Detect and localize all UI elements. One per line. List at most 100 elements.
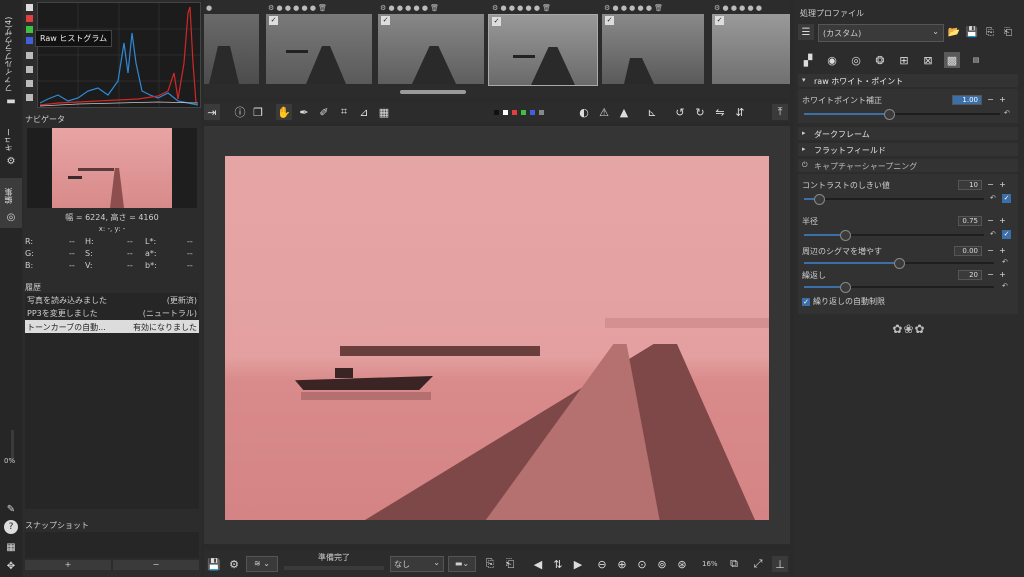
param-spin[interactable]: 0.75 bbox=[958, 216, 982, 226]
help-icon[interactable]: ? bbox=[4, 520, 18, 534]
thumbnail-selected[interactable]: ✓ bbox=[488, 14, 598, 86]
tab-detail-icon[interactable]: ◎ bbox=[848, 52, 864, 68]
wand-icon[interactable]: ✎ bbox=[4, 502, 18, 516]
reset-icon[interactable]: ↶ bbox=[1004, 109, 1010, 117]
hist-btn[interactable] bbox=[26, 80, 33, 87]
plus-icon[interactable]: + bbox=[998, 95, 1007, 104]
checkbox-icon[interactable]: ✓ bbox=[492, 17, 501, 26]
flip-h-icon[interactable]: ⇋ bbox=[712, 104, 728, 120]
thumbnail[interactable] bbox=[204, 14, 259, 84]
minus-icon[interactable]: − bbox=[986, 216, 995, 225]
tab-raw-icon[interactable]: ▩ bbox=[944, 52, 960, 68]
reset-icon[interactable]: ↶ bbox=[1002, 282, 1008, 290]
zoom-in-icon[interactable]: ⊕ bbox=[614, 556, 630, 572]
snapshot-title[interactable]: スナップショット bbox=[25, 520, 89, 531]
tab-queue[interactable]: キュー bbox=[3, 118, 14, 152]
grid-icon[interactable]: ▦ bbox=[4, 540, 18, 554]
reset-icon[interactable]: ↶ bbox=[990, 230, 996, 238]
filmstrip-scrollbar[interactable] bbox=[400, 90, 466, 94]
minus-icon[interactable]: − bbox=[986, 246, 995, 255]
param-slider[interactable] bbox=[804, 194, 984, 205]
queue-add-icon[interactable]: ⚙ bbox=[226, 556, 242, 572]
list-icon[interactable]: ☰ bbox=[798, 24, 814, 40]
checkbox-icon[interactable]: ✓ bbox=[715, 16, 724, 25]
navigator-title[interactable]: ナビゲータ bbox=[25, 114, 65, 125]
section-raw-wb[interactable]: ▾ raw ホワイト・ポイント bbox=[798, 74, 1018, 87]
save-icon[interactable]: 💾 bbox=[206, 556, 222, 572]
crop-icon[interactable]: ⌗ bbox=[336, 104, 352, 120]
tab-favorites-icon[interactable]: ▞ bbox=[800, 52, 816, 68]
copy-icon[interactable]: ⎘ bbox=[482, 556, 498, 572]
history-title[interactable]: 履歴 bbox=[25, 282, 41, 293]
copy-profile-icon[interactable]: ⎘ bbox=[982, 24, 998, 40]
panel-toggle-bottom-icon[interactable]: ⊥ bbox=[772, 556, 788, 572]
hist-btn[interactable] bbox=[26, 94, 33, 101]
navigator-preview[interactable] bbox=[27, 128, 197, 208]
move-icon[interactable]: ✥ bbox=[4, 559, 18, 573]
zoom-out-icon[interactable]: ⊖ bbox=[594, 556, 610, 572]
reset-icon[interactable]: ↶ bbox=[990, 194, 996, 202]
param-slider[interactable] bbox=[804, 282, 994, 293]
straighten-icon[interactable]: ⊿ bbox=[356, 104, 372, 120]
fullscreen-icon[interactable]: ⤢ bbox=[750, 556, 766, 572]
power-icon[interactable]: ⏻ bbox=[802, 161, 808, 170]
plus-icon[interactable]: + bbox=[998, 246, 1007, 255]
label-select[interactable]: なし ⌄ bbox=[390, 556, 444, 572]
flip-v-icon[interactable]: ⇵ bbox=[732, 104, 748, 120]
new-window-icon[interactable]: ⧉ bbox=[726, 556, 742, 572]
tab-transform-icon[interactable]: ⊞ bbox=[896, 52, 912, 68]
plus-icon[interactable]: + bbox=[998, 180, 1007, 189]
sync-image-icon[interactable]: ⇅ bbox=[550, 556, 566, 572]
hist-btn[interactable] bbox=[26, 37, 33, 44]
tab-meta-icon[interactable]: ▤ bbox=[968, 52, 984, 68]
param-slider[interactable] bbox=[804, 258, 994, 269]
hand-tool-icon[interactable]: ✋ bbox=[276, 104, 292, 120]
snapshot-add-button[interactable]: + bbox=[25, 560, 111, 570]
tab-color-icon[interactable]: ❂ bbox=[872, 52, 888, 68]
section-flat-field[interactable]: ▸ フラットフィールド bbox=[798, 143, 1018, 156]
tab-editor[interactable]: 編集 bbox=[3, 184, 14, 204]
checkbox-icon[interactable]: ✓ bbox=[381, 16, 390, 25]
auto-check-icon[interactable]: ✓ bbox=[1002, 194, 1011, 203]
profile-select[interactable]: (カスタム) ⌄ bbox=[818, 24, 944, 42]
color-label-select[interactable]: ▬⌄ bbox=[448, 556, 476, 572]
perspective-icon[interactable]: ▦ bbox=[376, 104, 392, 120]
folder-icon[interactable]: ▬ bbox=[4, 94, 18, 108]
focus-mask-icon[interactable]: ◐ bbox=[576, 104, 592, 120]
highlight-clip-icon[interactable]: ▲ bbox=[616, 104, 632, 120]
hist-btn[interactable] bbox=[26, 26, 33, 33]
prev-image-icon[interactable]: ◀ bbox=[530, 556, 546, 572]
auto-check-icon[interactable]: ✓ bbox=[1002, 230, 1011, 239]
hist-btn[interactable] bbox=[26, 15, 33, 22]
reset-icon[interactable]: ↶ bbox=[1002, 258, 1008, 266]
param-spin[interactable]: 10 bbox=[958, 180, 982, 190]
thumbnail[interactable]: ✓ bbox=[602, 14, 704, 84]
param-spin[interactable]: 0.00 bbox=[954, 246, 982, 256]
zoom-fill-icon[interactable]: ⊛ bbox=[674, 556, 690, 572]
color-picker-icon[interactable]: ✐ bbox=[316, 104, 332, 120]
checkbox-icon[interactable]: ✓ bbox=[269, 16, 278, 25]
save-profile-icon[interactable]: 💾 bbox=[964, 24, 980, 40]
panel-toggle-left-icon[interactable]: ⇥ bbox=[204, 104, 220, 120]
history-item[interactable]: 写真を読み込みました (更新済) bbox=[25, 294, 199, 306]
hist-btn[interactable] bbox=[26, 66, 33, 73]
shadow-clip-icon[interactable]: ⚠ bbox=[596, 104, 612, 120]
zoom-scrollbar-track[interactable] bbox=[11, 430, 14, 460]
rotate-left-icon[interactable]: ↺ bbox=[672, 104, 688, 120]
rotate-right-icon[interactable]: ↻ bbox=[692, 104, 708, 120]
plus-icon[interactable]: + bbox=[998, 270, 1007, 279]
aperture-icon[interactable]: ◎ bbox=[4, 210, 18, 224]
tab-exposure-icon[interactable]: ◉ bbox=[824, 52, 840, 68]
panel-toggle-right-icon[interactable]: ⤒ bbox=[772, 104, 788, 120]
paste-profile-icon[interactable]: ⎗ bbox=[1000, 24, 1016, 40]
gears-icon[interactable]: ⚙ bbox=[4, 154, 18, 168]
info-icon[interactable]: ⓘ bbox=[232, 104, 248, 120]
hist-btn[interactable] bbox=[26, 4, 33, 11]
zoom-100-icon[interactable]: ⊙ bbox=[634, 556, 650, 572]
histogram-toggle-icon[interactable]: ⊾ bbox=[644, 104, 660, 120]
minus-icon[interactable]: − bbox=[986, 95, 995, 104]
tab-file-browser[interactable]: ファイルブラウザ(4) bbox=[3, 4, 14, 92]
thumbnail[interactable]: ✓ bbox=[712, 14, 790, 84]
history-item-selected[interactable]: トーンカーブの自動... 有効になりました bbox=[25, 320, 199, 333]
param-slider[interactable] bbox=[804, 230, 984, 241]
